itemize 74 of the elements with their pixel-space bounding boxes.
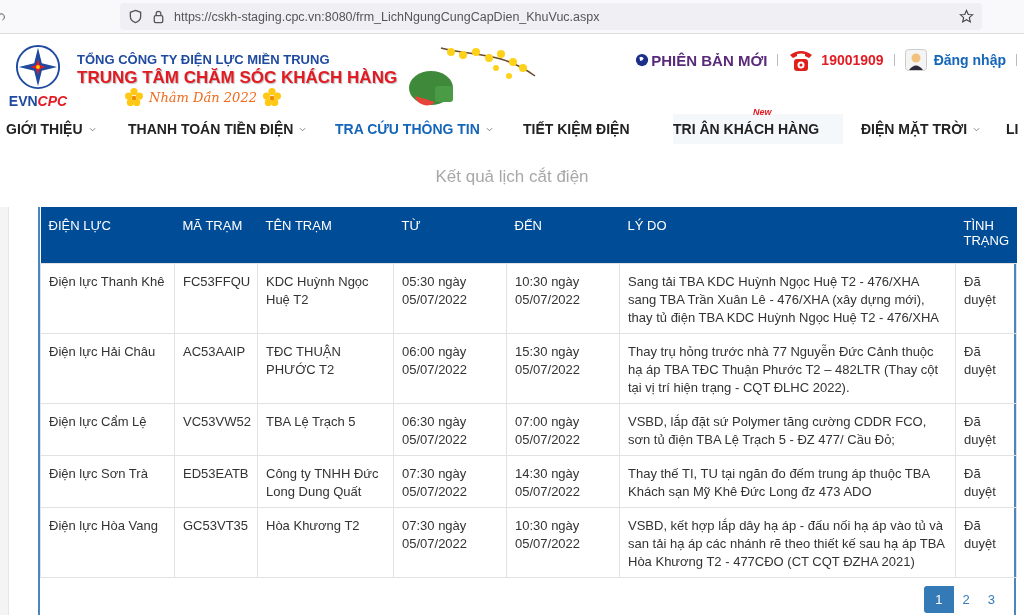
column-header: ĐẾN <box>506 207 620 263</box>
table-cell: 10:30 ngày 05/07/2022 <box>506 263 620 333</box>
column-header: MÃ TRẠM <box>174 207 258 263</box>
nav-item[interactable]: LI <box>1006 114 1019 144</box>
table-cell: Đã duyệt <box>955 263 1017 333</box>
address-bar[interactable]: https://cskh-staging.cpc.vn:8080/frm_LichNgungCungCapDien_KhuVuc.aspx <box>120 3 982 30</box>
table-cell: Điện lực Sơn Trà <box>40 455 175 507</box>
table-cell: Điện lực Cẩm Lệ <box>40 403 175 455</box>
nav-item[interactable]: ĐIỆN MẶT TRỜI <box>861 114 981 144</box>
table-cell: Đã duyệt <box>955 507 1017 577</box>
table-cell: ED53EATB <box>174 455 258 507</box>
page-link[interactable]: 2 <box>953 585 979 613</box>
table-cell: VSBD, kết hợp lắp dây hạ áp - đấu nối hạ áp vào tủ và san tải hạ áp các nhánh rẽ theo thiết kế sau hạ áp TBA Hòa Khương T2 - 477CĐO (CT CQT ĐZHA 2021) <box>619 507 956 577</box>
flower-icon <box>262 88 281 106</box>
lock-icon[interactable] <box>151 9 166 24</box>
table-cell: 07:00 ngày 05/07/2022 <box>506 403 620 455</box>
table-cell: FC53FFQU <box>174 263 258 333</box>
login-link[interactable]: Đăng nhập <box>933 52 1006 68</box>
globe-icon <box>635 53 650 67</box>
page-link[interactable]: 1 <box>924 585 954 613</box>
caret-icon <box>88 126 96 132</box>
table-cell: 10:30 ngày 05/07/2022 <box>506 507 620 577</box>
table-cell: 06:30 ngày 05/07/2022 <box>393 403 507 455</box>
greeting-text: Nhâm Dần 2022 <box>149 89 257 105</box>
caret-icon <box>973 126 981 132</box>
nav-item[interactable]: THANH TOÁN TIỀN ĐIỆN <box>128 114 307 144</box>
table-cell: Đã duyệt <box>955 403 1017 455</box>
shield-icon[interactable] <box>128 9 143 24</box>
new-label: New <box>753 107 772 117</box>
column-header: TÌNH TRẠNG <box>955 207 1017 263</box>
new-version-link[interactable]: PHIÊN BẢN MỚI <box>635 51 768 69</box>
table-cell: Điện lực Hòa Vang <box>40 507 175 577</box>
page-title: Kết quả lịch cắt điện <box>435 167 589 187</box>
column-header: ĐIỆN LỰC <box>40 207 175 263</box>
table-cell: KDC Huỳnh Ngọc Huệ T2 <box>257 263 394 333</box>
table-cell: Đã duyệt <box>955 455 1017 507</box>
table-cell: 07:30 ngày 05/07/2022 <box>393 455 507 507</box>
table-cell: TĐC THUẬN PHƯỚC T2 <box>257 333 394 403</box>
logo-icon <box>15 44 61 90</box>
caret-icon <box>299 126 307 132</box>
nav-item[interactable]: TIẾT KIỆM ĐIỆN <box>523 114 630 144</box>
table-cell: VC53VW52 <box>174 403 258 455</box>
nav-item[interactable]: TRA CỨU THÔNG TIN <box>335 114 493 144</box>
caret-icon <box>485 126 493 132</box>
table-cell: Đã duyệt <box>955 333 1017 403</box>
nav-item[interactable]: TRI ÂN KHÁCH HÀNG <box>673 114 844 144</box>
nav-item[interactable]: GIỚI THIỆU <box>6 114 96 144</box>
table-cell: TBA Lệ Trạch 5 <box>257 403 394 455</box>
user-avatar-icon <box>904 49 927 71</box>
company-name: TỔNG CÔNG TY ĐIỆN LỰC MIỀN TRUNG <box>77 52 331 67</box>
flower-icon <box>125 88 143 106</box>
table-cell: Hòa Khương T2 <box>257 507 394 577</box>
table-cell: Điện lực Thanh Khê <box>40 263 175 333</box>
table-cell: Thay trụ hỏng trước nhà 77 Nguyễn Đức Cảnh thuộc hạ áp TBA TĐC Thuận Phước T2 – 482LTR (Thay cột tại vị trí hiện trạng - CQT ĐLHC 2022). <box>619 333 956 403</box>
table-cell: GC53VT35 <box>174 507 258 577</box>
center-name: TRUNG TÂM CHĂM SÓC KHÁCH HÀNG <box>77 68 398 88</box>
table-cell: 06:00 ngày 05/07/2022 <box>393 333 507 403</box>
page-link[interactable]: 3 <box>978 585 1004 613</box>
table-cell: VSBD, lắp đặt sứ Polymer tăng cường CDDR FCO, sơn tủ điện TBA Lệ Trạch 5 - ĐZ 477/ Cầu Đỏ; <box>619 403 956 455</box>
table-cell: 14:30 ngày 05/07/2022 <box>506 455 620 507</box>
table-cell: Thay thế TI, TU tại ngăn đo đếm trung áp thuộc TBA Khách sạn Mỹ Khê Đức Long đz 473 ADO <box>619 455 956 507</box>
hotline-link[interactable]: 19001909 <box>821 52 884 68</box>
column-header: TỪ <box>393 207 507 263</box>
table-cell: 05:30 ngày 05/07/2022 <box>393 263 507 333</box>
table-cell: Công ty TNHH Đức Long Dung Quất <box>257 455 394 507</box>
column-header: LÝ DO <box>619 207 956 263</box>
logo-text: EVNCPC <box>8 93 68 109</box>
table-cell: AC53AAIP <box>174 333 258 403</box>
column-header: TÊN TRẠM <box>257 207 394 263</box>
table-cell: 15:30 ngày 05/07/2022 <box>506 333 620 403</box>
table-cell: Điện lực Hải Châu <box>40 333 175 403</box>
table-cell: 07:30 ngày 05/07/2022 <box>393 507 507 577</box>
star-icon[interactable] <box>959 9 974 24</box>
table-cell: Sang tải TBA KDC Huỳnh Ngọc Huệ T2 - 476/XHA sang TBA Trần Xuân Lê - 476/XHA (xây dựng mới), thay tủ điện TBA KDC Huỳnh Ngọc Huệ T2 - 476/XHA <box>619 263 956 333</box>
